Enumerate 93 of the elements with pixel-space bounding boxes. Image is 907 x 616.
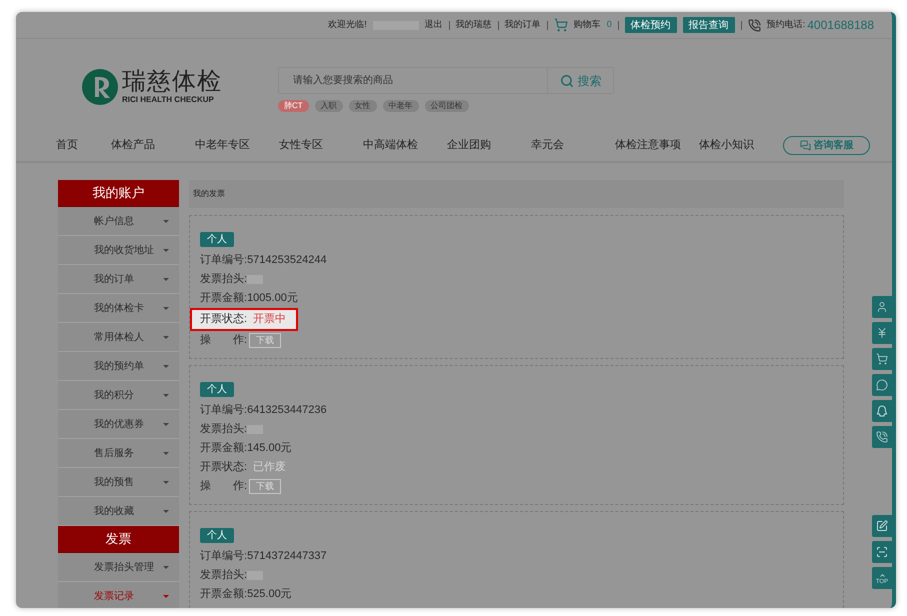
caret-icon xyxy=(163,422,169,426)
caret-icon xyxy=(163,278,169,280)
caret-icon xyxy=(163,364,169,368)
invoice-amount: 525.00元 xyxy=(247,587,292,602)
top-bar-button[interactable]: 体检预约 xyxy=(624,17,677,33)
search-icon xyxy=(560,74,574,88)
field-label: 发票抬头: xyxy=(200,422,248,438)
sidebar-item[interactable]: 发票抬头管理 xyxy=(58,553,179,582)
caret-icon xyxy=(163,220,169,222)
user-icon[interactable] xyxy=(872,296,892,318)
caret-up-icon xyxy=(878,572,886,578)
logout-link[interactable]: 退出 xyxy=(424,18,443,32)
nav-link[interactable]: 体检小知识 xyxy=(699,136,783,154)
sidebar-section-title: 我的账户 xyxy=(58,180,179,207)
order-number: 5714372447337 xyxy=(247,549,327,564)
logo-name: 瑞慈体检 xyxy=(122,69,222,95)
caret-icon xyxy=(163,394,169,396)
sidebar-item[interactable]: 我的收藏 xyxy=(58,497,179,526)
nav-link[interactable]: 企业团购 xyxy=(447,136,531,154)
field-label: 操 作: xyxy=(200,333,248,348)
nav-link[interactable]: 幸元会 xyxy=(531,136,615,154)
hot-tag[interactable]: 中老年 xyxy=(382,100,419,112)
sidebar-item[interactable]: 售后服务 xyxy=(58,439,179,468)
field-label: 订单编号: xyxy=(200,549,248,564)
top-link[interactable]: 我的订单 xyxy=(504,18,541,32)
hot-tag[interactable]: 公司团检 xyxy=(424,100,469,112)
edit-icon[interactable] xyxy=(872,515,892,537)
logo-subtitle: RICI HEALTH CHECKUP xyxy=(122,95,215,105)
content-title-bar: 我的发票 xyxy=(189,180,844,208)
search-input[interactable]: 请输入您要搜索的商品 xyxy=(279,68,547,93)
field-label: 开票状态: xyxy=(200,460,248,476)
invoice-amount: 1005.00元 xyxy=(247,291,298,306)
caret-icon xyxy=(163,306,169,310)
sidebar-item[interactable]: 发票记录 xyxy=(58,582,179,608)
order-number: 5714253524244 xyxy=(247,253,327,268)
invoice-type-tag: 个人 xyxy=(200,528,234,543)
field-label: 订单编号: xyxy=(200,403,248,418)
field-label: 开票金额: xyxy=(200,290,248,306)
field-label: 开票状态: xyxy=(200,312,248,328)
caret-icon xyxy=(163,452,169,454)
cart-count: 0 xyxy=(606,18,612,32)
invoice-type-tag: 个人 xyxy=(200,232,234,247)
hot-tag[interactable]: 女性 xyxy=(348,100,377,112)
phone-number: 4001688188 xyxy=(807,17,874,34)
caret-icon xyxy=(163,566,169,568)
sidebar-item[interactable]: 我的预约单 xyxy=(58,352,179,381)
caret-icon xyxy=(163,594,169,598)
greeting-text: 欢迎光临! xyxy=(328,18,367,32)
sidebar-item[interactable]: 帐户信息 xyxy=(58,207,179,236)
yen-icon[interactable] xyxy=(872,322,892,344)
cart-icon[interactable] xyxy=(554,18,568,32)
sidebar-item[interactable]: 我的预售 xyxy=(58,468,179,497)
sidebar-item[interactable]: 我的积分 xyxy=(58,381,179,410)
nav-link[interactable]: 中高端体检 xyxy=(363,136,447,154)
chat-bubble-icon[interactable] xyxy=(872,374,892,396)
sidebar-item[interactable]: 常用体检人 xyxy=(58,323,179,352)
caret-icon xyxy=(163,336,169,338)
chat-icon xyxy=(800,140,810,150)
cart-icon[interactable] xyxy=(872,348,892,370)
sidebar-section-title: 发票 xyxy=(58,526,179,553)
caret-icon xyxy=(163,480,169,484)
top-link[interactable]: 我的瑞慈 xyxy=(456,18,492,32)
field-label: 订单编号: xyxy=(200,253,248,268)
nav-link[interactable]: 中老年专区 xyxy=(195,136,279,154)
caret-icon xyxy=(163,248,169,252)
nav-link[interactable]: 体检产品 xyxy=(111,136,195,154)
nav-link[interactable]: 女性专区 xyxy=(279,136,363,154)
nav-link[interactable]: 体检注意事项 xyxy=(615,136,699,154)
phone-label: 预约电话: xyxy=(766,18,806,32)
invoice-type-tag: 个人 xyxy=(200,382,234,397)
caret-icon xyxy=(163,510,169,512)
top-bar-button[interactable]: 报告查询 xyxy=(682,17,735,33)
logo-icon xyxy=(82,69,118,105)
sidebar-item[interactable]: 我的订单 xyxy=(58,265,179,294)
invoice-amount: 145.00元 xyxy=(247,441,292,456)
sidebar-item[interactable]: 我的优惠券 xyxy=(58,410,179,439)
hot-tag[interactable]: 肺CT xyxy=(278,100,309,112)
field-label: 开票金额: xyxy=(200,586,248,602)
phone-icon xyxy=(748,18,761,32)
sidebar-item[interactable]: 我的体检卡 xyxy=(58,294,179,323)
invoice-status: 开票中 xyxy=(253,312,286,328)
field-label: 操 作: xyxy=(200,479,248,494)
field-label: 发票抬头: xyxy=(200,568,248,584)
field-label: 开票金额: xyxy=(200,440,248,456)
sidebar-item[interactable]: 我的收货地址 xyxy=(58,236,179,265)
nav-link[interactable]: 首页 xyxy=(56,136,111,154)
cart-link[interactable]: 购物车 xyxy=(574,18,601,32)
field-label: 发票抬头: xyxy=(200,272,248,288)
phone-icon[interactable] xyxy=(872,426,892,448)
invoice-status: 已作废 xyxy=(253,460,286,476)
order-number: 6413253447236 xyxy=(247,403,327,418)
scan-icon[interactable] xyxy=(872,541,892,563)
hot-tag[interactable]: 入职 xyxy=(314,100,343,112)
